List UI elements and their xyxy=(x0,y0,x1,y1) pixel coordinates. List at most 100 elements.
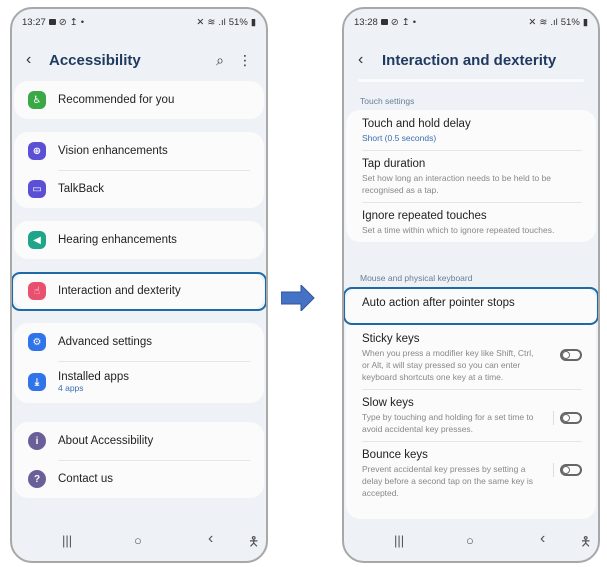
page-title: Interaction and dexterity xyxy=(382,51,557,69)
setting-ignore-repeated[interactable]: Ignore repeated touches Set a time withi… xyxy=(346,202,596,242)
home-button[interactable]: ○ xyxy=(134,533,142,548)
gear-plus-icon: ⚙ xyxy=(28,333,46,351)
mute-icon: ✕ xyxy=(528,16,537,28)
setting-description: Type by touching and holding for a set t… xyxy=(362,412,534,434)
upload-icon: ↥ xyxy=(401,16,410,28)
sticky-keys-toggle[interactable] xyxy=(560,349,582,361)
battery-icon: ▮ xyxy=(582,16,588,28)
setting-title: Touch and hold delay xyxy=(362,118,471,130)
menu-item-installed-apps[interactable]: ⤓ Installed apps 4 apps xyxy=(14,361,264,403)
chat-icon: ▭ xyxy=(28,180,46,198)
setting-sticky-keys[interactable]: Sticky keys When you press a modifier ke… xyxy=(346,325,596,389)
group-about: i About Accessibility ? Contact us xyxy=(14,422,264,498)
bounce-keys-toggle[interactable] xyxy=(560,464,582,476)
divider xyxy=(58,460,250,461)
setting-slow-keys[interactable]: Slow keys Type by touching and holding f… xyxy=(346,389,596,441)
page-title: Accessibility xyxy=(49,51,141,69)
zoom-icon: ⊕ xyxy=(28,142,46,160)
navigation-bar: ||| ○ ‹ 🯅 xyxy=(344,530,598,551)
search-icon[interactable]: ⌕ xyxy=(216,52,224,69)
back-button[interactable]: ‹ xyxy=(540,530,545,548)
help-icon: ? xyxy=(28,470,46,488)
chevron-left-icon[interactable]: ‹ xyxy=(26,51,31,69)
alarm-icon: ⊘ xyxy=(58,16,67,28)
dot-icon: • xyxy=(412,16,417,28)
selection-highlight xyxy=(344,287,598,325)
menu-item-recommended[interactable]: ♿ Recommended for you xyxy=(14,81,264,119)
info-icon: i xyxy=(28,432,46,450)
wifi-icon: ≋ xyxy=(207,16,216,28)
status-bar: 13:27 ⊘ ↥ • ✕ ≋ .ıl 51% ▮ xyxy=(22,15,256,29)
group-advanced: ⚙ Advanced settings ⤓ Installed apps 4 a… xyxy=(14,323,264,403)
section-header-touch: Touch settings xyxy=(360,96,415,106)
more-vert-icon[interactable]: ⋮ xyxy=(238,52,252,69)
recents-button[interactable]: ||| xyxy=(394,533,404,548)
setting-title: Tap duration xyxy=(362,158,426,170)
divider xyxy=(362,389,582,390)
battery-text: 51% xyxy=(228,16,248,28)
menu-item-sub: 4 apps xyxy=(58,383,84,393)
divider xyxy=(362,441,582,442)
menu-item-advanced[interactable]: ⚙ Advanced settings xyxy=(14,323,264,361)
navigation-bar: ||| ○ ‹ 🯅 xyxy=(12,530,266,551)
selection-highlight xyxy=(12,272,266,311)
divider xyxy=(58,361,250,362)
setting-description: Set how long an interaction needs to be … xyxy=(362,173,552,195)
menu-item-label: TalkBack xyxy=(58,183,105,195)
menu-item-label: About Accessibility xyxy=(58,435,154,447)
clock: 13:28 xyxy=(354,16,378,28)
download-icon: ⤓ xyxy=(28,373,46,391)
accessibility-button[interactable]: 🯅 xyxy=(248,533,259,555)
chevron-left-icon[interactable]: ‹ xyxy=(358,51,363,69)
phone-interaction-screen: 13:28 ⊘ ↥ • ✕ ≋ .ıl 51% ▮ ‹ Interaction and dex… xyxy=(342,7,600,563)
group-vision: ⊕ Vision enhancements ▭ TalkBack xyxy=(14,132,264,208)
scroll-edge xyxy=(358,79,584,82)
alarm-icon: ⊘ xyxy=(390,16,399,28)
menu-item-hearing[interactable]: ◀ Hearing enhancements xyxy=(14,221,264,259)
gallery-icon xyxy=(48,19,56,25)
arrow-right-icon xyxy=(281,285,315,311)
setting-description: Set a time within which to ignore repeat… xyxy=(362,225,555,235)
setting-touch-hold-delay[interactable]: Touch and hold delay Short (0.5 seconds) xyxy=(346,110,596,150)
group-hearing: ◀ Hearing enhancements xyxy=(14,221,264,259)
menu-item-about[interactable]: i About Accessibility xyxy=(14,422,264,460)
divider xyxy=(362,202,582,203)
divider xyxy=(58,170,250,171)
menu-item-contact[interactable]: ? Contact us xyxy=(14,460,264,498)
back-button[interactable]: ‹ xyxy=(208,530,213,548)
menu-item-vision[interactable]: ⊕ Vision enhancements xyxy=(14,132,264,170)
separator xyxy=(553,463,554,477)
signal-icon: .ıl xyxy=(550,16,558,28)
signal-icon: .ıl xyxy=(218,16,226,28)
group-touch-settings: Touch and hold delay Short (0.5 seconds)… xyxy=(346,110,596,242)
setting-title: Slow keys xyxy=(362,397,414,409)
setting-tap-duration[interactable]: Tap duration Set how long an interaction… xyxy=(346,150,596,202)
status-bar: 13:28 ⊘ ↥ • ✕ ≋ .ıl 51% ▮ xyxy=(354,15,588,29)
gallery-icon xyxy=(380,19,388,25)
divider xyxy=(362,150,582,151)
menu-item-label: Installed apps xyxy=(58,371,129,383)
speaker-icon: ◀ xyxy=(28,231,46,249)
menu-item-label: Contact us xyxy=(58,473,113,485)
phone-accessibility-screen: 13:27 ⊘ ↥ • ✕ ≋ .ıl 51% ▮ ‹ Accessibility ⌕ ⋮ ♿ … xyxy=(10,7,268,563)
clock: 13:27 xyxy=(22,16,46,28)
recents-button[interactable]: ||| xyxy=(62,533,72,548)
menu-item-talkback[interactable]: ▭ TalkBack xyxy=(14,170,264,208)
accessibility-button[interactable]: 🯅 xyxy=(580,533,591,555)
battery-icon: ▮ xyxy=(250,16,256,28)
setting-description: Prevent accidental key presses by settin… xyxy=(362,464,534,498)
slow-keys-toggle[interactable] xyxy=(560,412,582,424)
setting-description: When you press a modifier key like Shift… xyxy=(362,348,534,382)
menu-item-label: Hearing enhancements xyxy=(58,234,177,246)
separator xyxy=(553,411,554,425)
mute-icon: ✕ xyxy=(196,16,205,28)
group-recommended: ♿ Recommended for you xyxy=(14,81,264,119)
battery-text: 51% xyxy=(560,16,580,28)
upload-icon: ↥ xyxy=(69,16,78,28)
menu-item-label: Vision enhancements xyxy=(58,145,168,157)
menu-item-label: Advanced settings xyxy=(58,336,152,348)
dot-icon: • xyxy=(80,16,85,28)
setting-bounce-keys[interactable]: Bounce keys Prevent accidental key press… xyxy=(346,441,596,505)
home-button[interactable]: ○ xyxy=(466,533,474,548)
section-header-mouse: Mouse and physical keyboard xyxy=(360,273,473,283)
